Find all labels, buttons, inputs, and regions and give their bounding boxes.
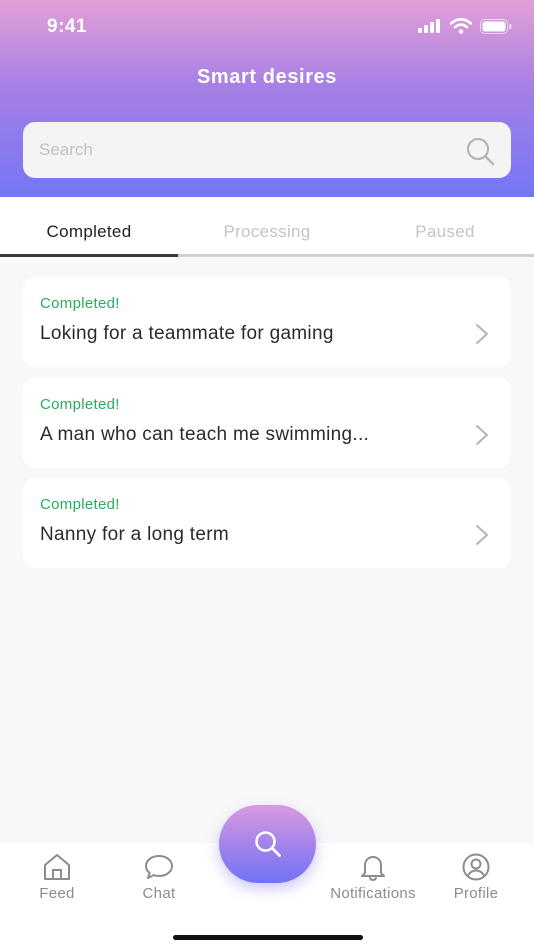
tab-bar: Completed Processing Paused	[0, 197, 534, 258]
search-bar[interactable]	[23, 122, 511, 178]
chevron-right-icon	[476, 324, 488, 344]
item-title: A man who can teach me swimming...	[40, 424, 370, 445]
nav-feed[interactable]: Feed	[2, 853, 112, 902]
item-title: Nanny for a long term	[40, 524, 229, 545]
search-icon	[255, 831, 281, 857]
status-icons	[418, 18, 512, 34]
home-icon	[44, 854, 70, 880]
item-status: Completed!	[40, 295, 120, 312]
chevron-right-icon	[476, 425, 488, 445]
item-status: Completed!	[40, 496, 120, 513]
battery-icon	[480, 18, 512, 34]
status-time: 9:41	[47, 16, 88, 37]
header: 9:41 Smart desires	[0, 0, 534, 197]
chat-bubble-icon	[145, 855, 173, 879]
tab-indicator	[0, 254, 178, 257]
tab-processing[interactable]: Processing	[178, 197, 356, 255]
list-item[interactable]: Completed! Loking for a teammate for gam…	[23, 277, 511, 367]
search-icon[interactable]	[465, 136, 495, 166]
tab-paused[interactable]: Paused	[356, 197, 534, 255]
item-status: Completed!	[40, 396, 120, 413]
nav-chat[interactable]: Chat	[104, 853, 214, 902]
chevron-right-icon	[476, 525, 488, 545]
nav-chat-label: Chat	[142, 885, 176, 902]
user-circle-icon	[462, 853, 490, 881]
home-indicator	[173, 935, 363, 940]
wifi-icon	[450, 18, 472, 34]
nav-profile-label: Profile	[453, 885, 499, 902]
nav-profile[interactable]: Profile	[421, 853, 531, 902]
search-input[interactable]	[39, 122, 449, 178]
bell-icon	[361, 856, 385, 881]
list-item[interactable]: Completed! A man who can teach me swimmi…	[23, 378, 511, 468]
page-title: Smart desires	[196, 66, 338, 88]
status-bar: 9:41	[0, 0, 534, 54]
tab-completed[interactable]: Completed	[0, 197, 178, 255]
item-title: Loking for a teammate for gaming	[40, 323, 334, 344]
list-item[interactable]: Completed! Nanny for a long term	[23, 478, 511, 568]
search-fab-button[interactable]	[219, 805, 316, 883]
nav-notifications-label: Notifications	[330, 885, 416, 902]
nav-notifications[interactable]: Notifications	[318, 853, 428, 902]
signal-icon	[418, 19, 440, 33]
nav-feed-label: Feed	[39, 885, 75, 902]
